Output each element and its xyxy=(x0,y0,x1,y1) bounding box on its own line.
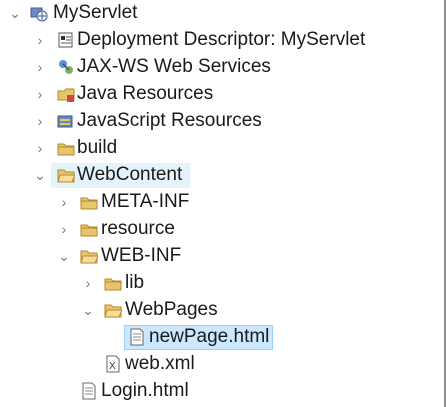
chevron-right-icon[interactable]: › xyxy=(57,195,71,209)
tree-item-meta-inf[interactable]: › META-INF xyxy=(0,189,444,216)
web-project-icon xyxy=(30,7,48,22)
tree-item-label: JavaScript Resources xyxy=(77,110,262,131)
tree-item-label: resource xyxy=(101,218,175,239)
tree-item-label: JAX-WS Web Services xyxy=(77,56,271,77)
chevron-down-icon[interactable]: ⌄ xyxy=(57,249,71,263)
tree-item-label: newPage.html xyxy=(149,326,270,347)
tree-item-label: WEB-INF xyxy=(101,245,182,266)
chevron-right-icon[interactable]: › xyxy=(33,141,47,155)
tree-item-label: WebPages xyxy=(125,299,218,320)
chevron-right-icon[interactable]: › xyxy=(33,60,47,74)
chevron-right-icon[interactable]: › xyxy=(57,222,71,236)
tree-item-label: web.xml xyxy=(125,353,195,374)
tree-item-webxml[interactable]: X web.xml xyxy=(0,351,444,378)
tree-item-build[interactable]: › build xyxy=(0,135,444,162)
tree-item-label: Java Resources xyxy=(77,83,214,104)
tree-item-web-inf[interactable]: ⌄ WEB-INF xyxy=(0,243,444,270)
tree-item-javascript-resources[interactable]: › JavaScript Resources xyxy=(0,108,444,135)
tree-item-label: META-INF xyxy=(101,191,190,212)
folder-icon xyxy=(80,197,98,210)
web-services-icon xyxy=(59,60,73,74)
folder-open-icon xyxy=(104,304,122,318)
tree-item-webpages[interactable]: ⌄ WebPages xyxy=(0,297,444,324)
tree-item-login[interactable]: Login.html xyxy=(0,378,444,405)
chevron-right-icon[interactable]: › xyxy=(81,276,95,290)
html-file-icon xyxy=(130,328,144,346)
folder-icon xyxy=(80,224,98,237)
folder-open-icon xyxy=(80,250,98,264)
tree-item-lib[interactable]: › lib xyxy=(0,270,444,297)
chevron-right-icon[interactable]: › xyxy=(33,33,47,47)
tree-item-newpage[interactable]: newPage.html xyxy=(0,324,444,351)
tree-item-jaxws[interactable]: › JAX-WS Web Services xyxy=(0,54,444,81)
svg-text:X: X xyxy=(109,361,116,372)
tree-item-label: build xyxy=(77,137,118,158)
java-resources-icon xyxy=(57,88,75,102)
folder-icon xyxy=(104,278,122,291)
javascript-resources-icon xyxy=(57,115,73,128)
tree-item-label: Deployment Descriptor: MyServlet xyxy=(77,29,366,50)
folder-icon xyxy=(57,143,75,156)
tree-item-java-resources[interactable]: › Java Resources xyxy=(0,81,444,108)
deployment-descriptor-icon xyxy=(58,32,73,48)
xml-file-icon: X xyxy=(106,355,120,373)
tree-item-label: MyServlet xyxy=(53,2,138,23)
chevron-down-icon[interactable]: ⌄ xyxy=(81,303,95,317)
tree-item-myservlet[interactable]: ⌄ MyServlet xyxy=(0,0,444,27)
html-file-icon xyxy=(82,382,96,400)
tree-item-resource[interactable]: › resource xyxy=(0,216,444,243)
chevron-right-icon[interactable]: › xyxy=(33,87,47,101)
folder-open-icon xyxy=(57,169,75,183)
chevron-down-icon[interactable]: ⌄ xyxy=(33,168,47,182)
chevron-right-icon[interactable]: › xyxy=(33,114,47,128)
tree-item-label: lib xyxy=(125,272,145,293)
chevron-down-icon[interactable]: ⌄ xyxy=(8,6,22,20)
tree-item-webcontent[interactable]: ⌄ WebContent xyxy=(0,162,444,189)
tree-item-deployment-descriptor[interactable]: › Deployment Descriptor: MyServlet xyxy=(0,27,444,54)
tree-item-label: WebContent xyxy=(77,164,183,185)
tree-item-label: Login.html xyxy=(101,380,189,401)
